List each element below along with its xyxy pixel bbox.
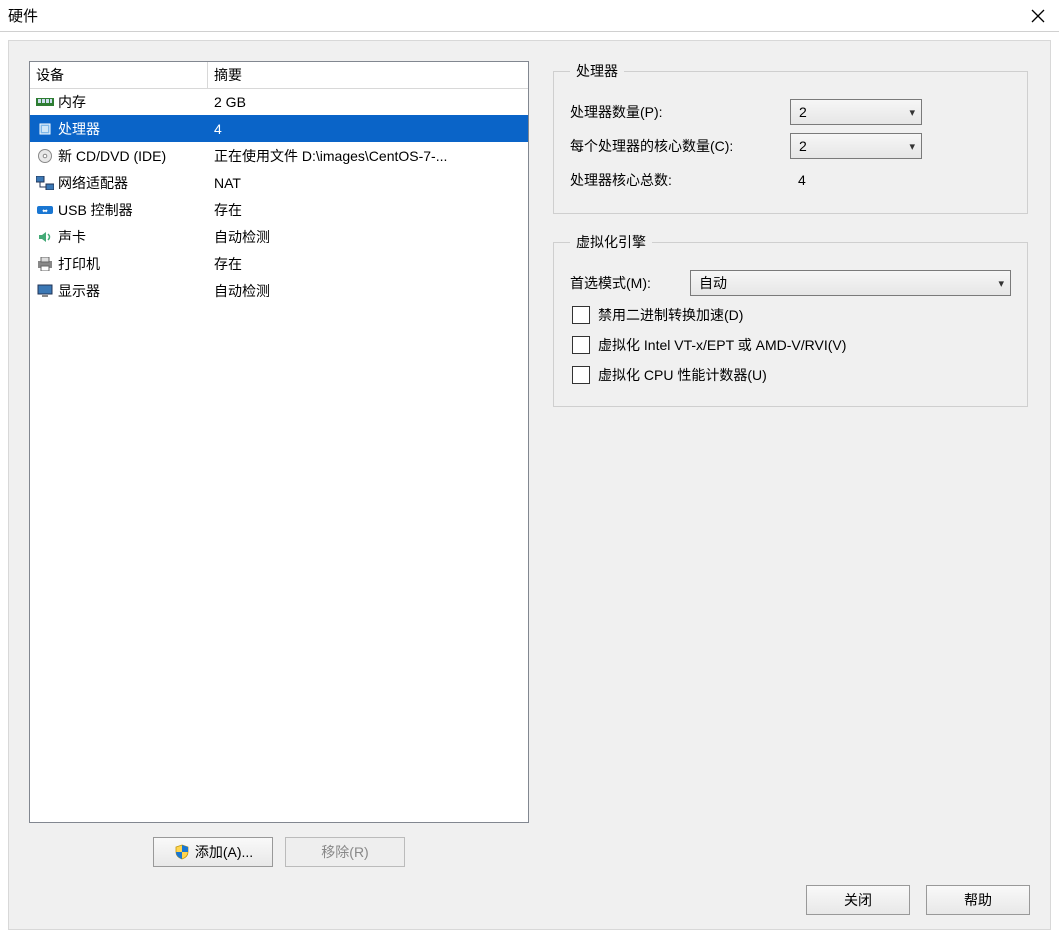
add-button-label: 添加(A)... <box>195 842 253 862</box>
chevron-down-icon: ▾ <box>909 140 915 153</box>
device-name: USB 控制器 <box>58 200 133 220</box>
network-icon <box>36 175 54 191</box>
device-list[interactable]: 设备 摘要 内存 2 GB 处理器 4 新 CD/DVD (IDE) 正在使用文件 D:\… <box>29 61 529 823</box>
virtualize-vt-label: 虚拟化 Intel VT-x/EPT 或 AMD-V/RVI(V) <box>598 335 846 355</box>
table-row[interactable]: 处理器 4 <box>30 115 528 142</box>
virtualization-legend: 虚拟化引擎 <box>570 232 652 252</box>
help-button[interactable]: 帮助 <box>926 885 1030 915</box>
checkbox-icon[interactable] <box>572 366 590 384</box>
close-button-label: 关闭 <box>844 890 872 910</box>
total-cores-value: 4 <box>790 172 806 188</box>
printer-icon <box>36 256 54 272</box>
table-row[interactable]: 内存 2 GB <box>30 88 528 115</box>
table-row[interactable]: ⬌ USB 控制器 存在 <box>30 196 528 223</box>
window-title: 硬件 <box>8 5 1025 26</box>
device-name: 打印机 <box>58 254 100 274</box>
shield-icon <box>173 844 191 860</box>
processors-legend: 处理器 <box>570 61 624 81</box>
remove-button[interactable]: 移除(R) <box>285 837 405 867</box>
cpu-count-value: 2 <box>799 104 807 120</box>
device-summary: 自动检测 <box>208 281 528 301</box>
device-summary: 正在使用文件 D:\images\CentOS-7-... <box>208 146 528 166</box>
virtualize-perf-counters-label: 虚拟化 CPU 性能计数器(U) <box>598 365 767 385</box>
table-row[interactable]: 网络适配器 NAT <box>30 169 528 196</box>
cores-per-cpu-label: 每个处理器的核心数量(C): <box>570 136 780 156</box>
cpu-count-label: 处理器数量(P): <box>570 102 780 122</box>
disc-icon <box>36 148 54 164</box>
device-summary: NAT <box>208 175 528 191</box>
chevron-down-icon: ▾ <box>909 106 915 119</box>
preferred-mode-select[interactable]: 自动 ▾ <box>690 270 1011 296</box>
remove-button-label: 移除(R) <box>321 842 368 862</box>
usb-icon: ⬌ <box>36 202 54 218</box>
sound-icon <box>36 229 54 245</box>
device-list-header: 设备 摘要 <box>29 61 529 89</box>
total-cores-label: 处理器核心总数: <box>570 170 780 190</box>
checkbox-icon[interactable] <box>572 336 590 354</box>
virtualization-group: 虚拟化引擎 首选模式(M): 自动 ▾ 禁用二进制转换加速(D) 虚拟化 Int… <box>553 232 1028 407</box>
hardware-panel: 设备 摘要 内存 2 GB 处理器 4 新 CD/DVD (IDE) 正在使用文件 D:\… <box>8 40 1051 930</box>
device-summary: 2 GB <box>208 94 528 110</box>
col-header-device[interactable]: 设备 <box>30 62 208 88</box>
processors-group: 处理器 处理器数量(P): 2 ▾ 每个处理器的核心数量(C): 2 ▾ <box>553 61 1028 214</box>
table-row[interactable]: 打印机 存在 <box>30 250 528 277</box>
device-summary: 存在 <box>208 200 528 220</box>
device-summary: 自动检测 <box>208 227 528 247</box>
virtualize-vt-row[interactable]: 虚拟化 Intel VT-x/EPT 或 AMD-V/RVI(V) <box>570 330 1011 360</box>
display-icon <box>36 283 54 299</box>
preferred-mode-label: 首选模式(M): <box>570 273 680 293</box>
device-name: 声卡 <box>58 227 86 247</box>
left-column: 设备 摘要 内存 2 GB 处理器 4 新 CD/DVD (IDE) 正在使用文件 D:\… <box>29 61 529 867</box>
memory-icon <box>36 94 54 110</box>
device-name: 网络适配器 <box>58 173 128 193</box>
cpu-icon <box>36 121 54 137</box>
cores-per-cpu-value: 2 <box>799 138 807 154</box>
right-column: 处理器 处理器数量(P): 2 ▾ 每个处理器的核心数量(C): 2 ▾ <box>551 61 1030 867</box>
col-header-summary[interactable]: 摘要 <box>208 65 528 85</box>
add-button[interactable]: 添加(A)... <box>153 837 273 867</box>
table-row[interactable]: 新 CD/DVD (IDE) 正在使用文件 D:\images\CentOS-7-… <box>30 142 528 169</box>
virtualize-perf-counters-row[interactable]: 虚拟化 CPU 性能计数器(U) <box>570 360 1011 390</box>
chevron-down-icon: ▾ <box>998 277 1004 290</box>
checkbox-icon[interactable] <box>572 306 590 324</box>
close-button[interactable]: 关闭 <box>806 885 910 915</box>
titlebar: 硬件 <box>0 0 1059 32</box>
device-summary: 4 <box>208 121 528 137</box>
device-summary: 存在 <box>208 254 528 274</box>
disable-binary-translation-row[interactable]: 禁用二进制转换加速(D) <box>570 300 1011 330</box>
cpu-count-select[interactable]: 2 ▾ <box>790 99 922 125</box>
table-row[interactable]: 声卡 自动检测 <box>30 223 528 250</box>
table-row[interactable]: 显示器 自动检测 <box>30 277 528 304</box>
device-name: 内存 <box>58 92 86 112</box>
disable-binary-translation-label: 禁用二进制转换加速(D) <box>598 305 743 325</box>
help-button-label: 帮助 <box>964 890 992 910</box>
svg-text:⬌: ⬌ <box>42 208 48 215</box>
device-name: 新 CD/DVD (IDE) <box>58 146 166 166</box>
device-name: 显示器 <box>58 281 100 301</box>
device-name: 处理器 <box>58 119 100 139</box>
cores-per-cpu-select[interactable]: 2 ▾ <box>790 133 922 159</box>
close-icon[interactable] <box>1025 3 1051 29</box>
preferred-mode-value: 自动 <box>699 273 727 293</box>
